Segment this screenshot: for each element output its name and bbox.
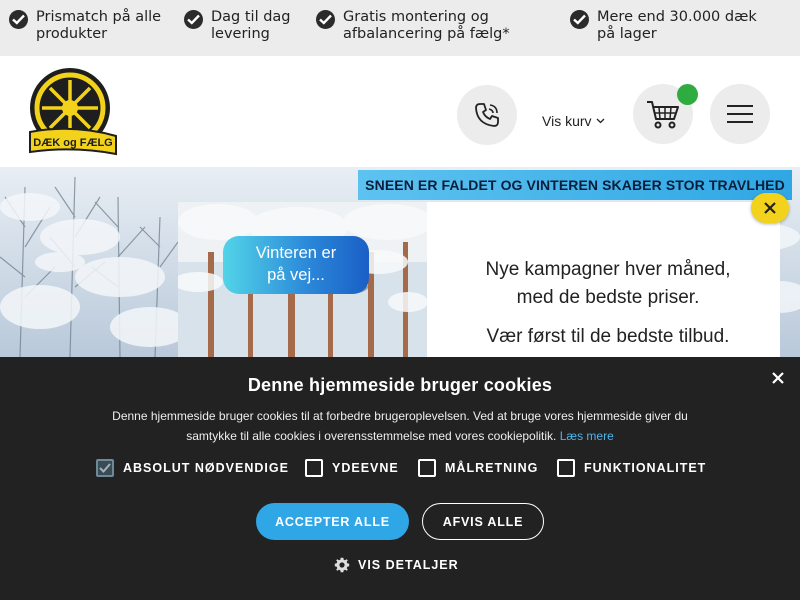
usp-text: Prismatch på alle (36, 9, 162, 25)
promo-text: Nye kampagner hver måned, med de bedste … (458, 256, 758, 351)
cookie-categories: ABSOLUT NØDVENDIGE YDEEVNE MÅLRETNING FU… (0, 459, 800, 481)
check-circle-icon (9, 10, 28, 29)
checkbox[interactable] (557, 459, 575, 477)
check-circle-icon (570, 10, 589, 29)
close-icon (772, 372, 784, 384)
cookie-option-label: MÅLRETNING (445, 461, 539, 475)
cart-count-badge (677, 84, 698, 105)
hamburger-menu-icon (727, 105, 753, 123)
usp-text: Mere end 30.000 dæk (597, 9, 757, 25)
cookie-option-label: YDEEVNE (332, 461, 399, 475)
cookie-consent-banner: Denne hjemmeside bruger cookies Denne hj… (0, 357, 800, 600)
promo-image: Vinteren er på vej... (178, 202, 427, 357)
cookie-description: Denne hjemmeside bruger cookies til at f… (90, 406, 710, 446)
cookie-option-functionality[interactable]: FUNKTIONALITET (557, 459, 706, 477)
cookie-option-targeting[interactable]: MÅLRETNING (418, 459, 538, 477)
cookie-option-performance[interactable]: YDEEVNE (305, 459, 399, 477)
usp-item: Gratis montering og afbalancering på fælg… (316, 9, 510, 43)
usp-text: på lager (597, 26, 657, 42)
usp-text: afbalancering på fælg* (343, 26, 510, 42)
usp-text: produkter (36, 26, 108, 42)
promo-badge-line: på vej... (267, 266, 325, 284)
checkmark-icon (99, 463, 111, 473)
accept-all-button[interactable]: ACCEPTER ALLE (256, 503, 409, 540)
cookie-option-label: FUNKTIONALITET (584, 461, 707, 475)
usp-text: Dag til dag (211, 9, 291, 25)
gear-icon (334, 557, 350, 573)
view-cart-link[interactable]: Vis kurv (542, 113, 605, 129)
cookie-close-button[interactable] (770, 370, 788, 388)
checkbox[interactable] (305, 459, 323, 477)
phone-icon (475, 103, 499, 127)
view-cart-label: Vis kurv (542, 113, 592, 129)
cookie-description-line: samtykke til alle cookies i overensstemm… (186, 429, 557, 443)
close-icon (764, 202, 776, 214)
usp-bar: Prismatch på alle produkter Dag til dag le… (0, 0, 800, 56)
usp-item: Dag til dag levering (184, 9, 291, 43)
promo-badge: Vinteren er på vej... (223, 236, 369, 294)
show-details-label: VIS DETALJER (358, 558, 459, 572)
usp-item: Mere end 30.000 dæk på lager (570, 9, 757, 43)
reject-all-button[interactable]: AFVIS ALLE (422, 503, 544, 540)
chevron-down-icon (596, 118, 605, 124)
check-circle-icon (316, 10, 335, 29)
checkbox-checked[interactable] (96, 459, 114, 477)
promo-line: Vær først til de bedste tilbud. (486, 326, 730, 347)
cookie-description-line: Denne hjemmeside bruger cookies til at f… (112, 409, 688, 423)
usp-text: Gratis montering og (343, 9, 489, 25)
cookie-option-necessary[interactable]: ABSOLUT NØDVENDIGE (96, 459, 289, 477)
usp-item: Prismatch på alle produkter (9, 9, 161, 43)
promo-line: med de bedste priser. (516, 287, 700, 308)
checkbox[interactable] (418, 459, 436, 477)
cookie-title: Denne hjemmeside bruger cookies (247, 375, 553, 395)
show-details-button[interactable]: VIS DETALJER (334, 557, 459, 573)
promo-line: Nye kampagner hver måned, (485, 259, 731, 280)
check-circle-icon (184, 10, 203, 29)
hero-banner: SNEEN ER FALDET OG VINTEREN SKABER STOR … (358, 170, 792, 200)
promo-close-button[interactable] (751, 193, 789, 223)
shopping-cart-icon (647, 101, 679, 129)
phone-button[interactable] (457, 85, 517, 145)
promo-badge-line: Vinteren er (255, 244, 337, 262)
site-logo[interactable]: DÆK og FÆLG (28, 66, 118, 158)
usp-text: levering (211, 26, 270, 42)
learn-more-link[interactable]: Læs mere (560, 429, 614, 443)
svg-text:DÆK og FÆLG: DÆK og FÆLG (33, 137, 112, 149)
menu-button[interactable] (710, 84, 770, 144)
site-header: DÆK og FÆLG Vis kurv (0, 56, 800, 167)
cookie-option-label: ABSOLUT NØDVENDIGE (123, 461, 289, 475)
